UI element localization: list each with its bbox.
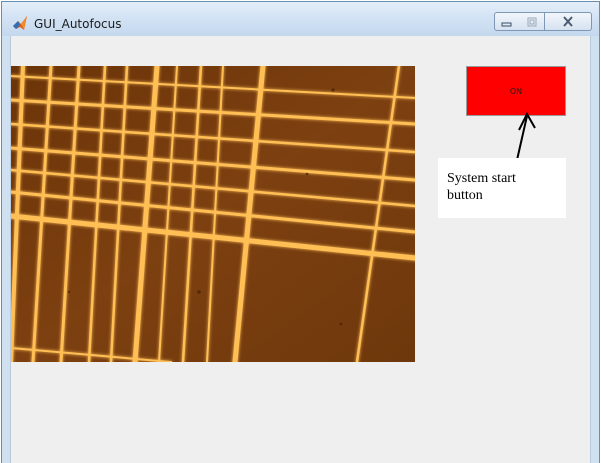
- annotation-arrow: [516, 111, 536, 161]
- minimize-button[interactable]: [494, 12, 520, 31]
- camera-image-axes: [11, 66, 415, 362]
- maximize-icon: [527, 17, 536, 26]
- minimize-icon: [501, 22, 512, 26]
- on-button-label: ON: [509, 86, 523, 96]
- close-icon: [563, 16, 573, 27]
- maximize-button[interactable]: [519, 12, 545, 31]
- microscope-image: [11, 66, 415, 362]
- annotation-line-2: button: [447, 188, 483, 203]
- matlab-app-icon: [13, 16, 27, 30]
- annotation-callout: System start button: [438, 158, 566, 218]
- title-bar[interactable]: GUI_Autofocus: [2, 2, 599, 36]
- window-title: GUI_Autofocus: [34, 17, 122, 31]
- close-button[interactable]: [545, 12, 592, 31]
- annotation-text: System start button: [447, 170, 557, 204]
- annotation-line-1: System start: [447, 171, 516, 186]
